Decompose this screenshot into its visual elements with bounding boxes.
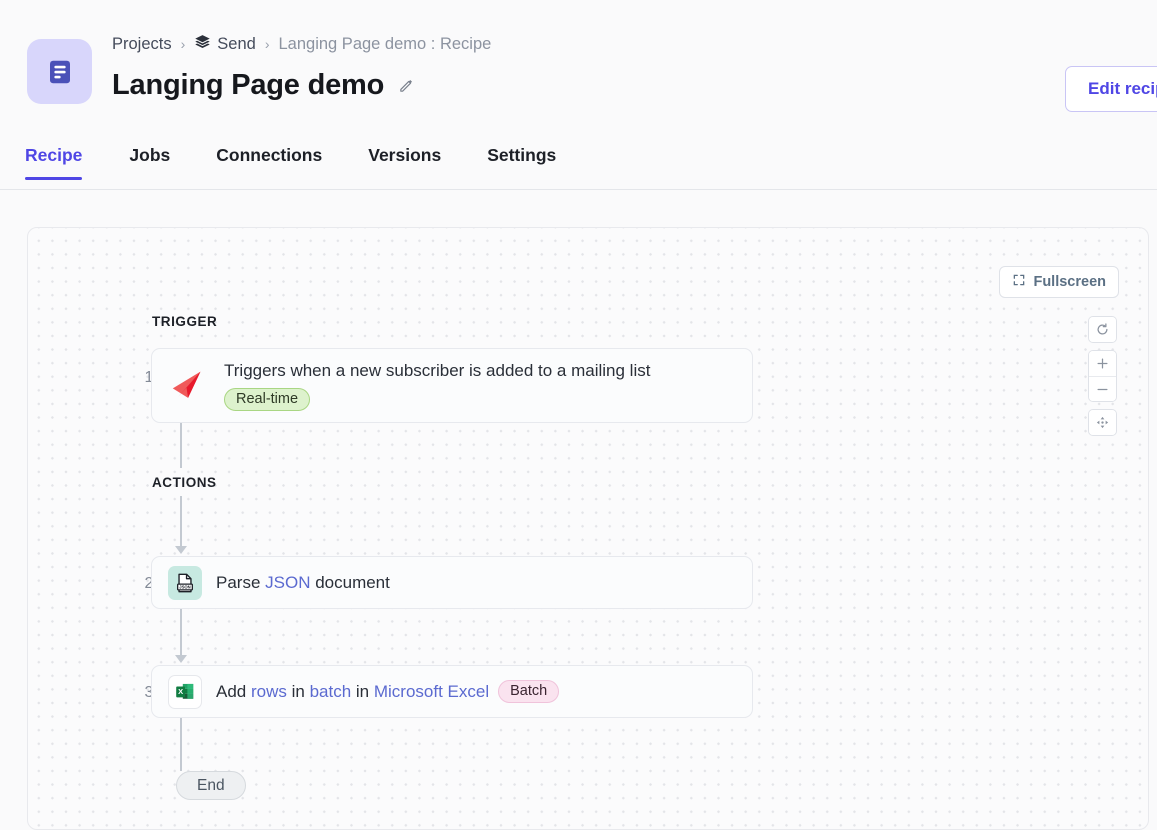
minus-icon[interactable] <box>1089 376 1116 401</box>
tab-connections[interactable]: Connections <box>193 145 345 179</box>
recipe-step-card-1[interactable]: Triggers when a new subscriber is added … <box>151 348 753 423</box>
recipe-document-icon <box>27 39 92 104</box>
svg-text:JSON: JSON <box>179 584 190 589</box>
tab-recipe[interactable]: Recipe <box>25 145 106 180</box>
recipe-flow-canvas[interactable]: Fullscreen TRIGGER ACTIONS 1 2 3 Trigger… <box>27 227 1149 830</box>
recipe-step-3-token-2: in <box>286 681 310 701</box>
connector-actions-to-step2 <box>180 496 182 548</box>
svg-text:X: X <box>178 686 183 695</box>
connector-trigger-to-actions <box>180 423 182 468</box>
recipe-step-3-token-rows[interactable]: rows <box>251 682 287 701</box>
connector-arrow-step3 <box>175 655 187 663</box>
recipe-step-3-token-0: Add <box>216 681 251 701</box>
json-document-icon: JSON <box>168 565 202 600</box>
recipe-step-line-3: Add rows in batch in Microsoft Excel Bat… <box>216 680 560 703</box>
pencil-icon[interactable] <box>398 77 415 94</box>
recipe-step-card-2[interactable]: JSON Parse JSON document <box>151 556 753 609</box>
edit-recipe-button[interactable]: Edit recipe <box>1065 66 1157 112</box>
connector-step2-to-step3 <box>180 609 182 657</box>
plus-icon[interactable] <box>1089 351 1116 376</box>
page-header: Projects › Send › Langing Page demo : Re… <box>0 0 1157 112</box>
recipe-step-text-2: Parse JSON document <box>216 572 390 593</box>
recipe-step-3-token-4: in <box>351 681 374 701</box>
recipe-step-text-1: Triggers when a new subscriber is added … <box>224 360 651 380</box>
page-title: Langing Page demo <box>112 69 385 101</box>
recipe-step-text-3: Add rows in batch in Microsoft Excel <box>216 681 489 702</box>
section-label-trigger: TRIGGER <box>152 314 218 329</box>
section-label-actions: ACTIONS <box>152 475 217 490</box>
fit-to-screen-group <box>1088 409 1117 436</box>
breadcrumb-item-send[interactable]: Send <box>194 33 256 55</box>
recipe-step-card-3[interactable]: X Add rows in batch in Microsoft Excel B… <box>151 665 753 718</box>
breadcrumb-separator-1: › <box>180 36 186 52</box>
reset-arrow-icon[interactable] <box>1089 317 1116 342</box>
recipe-step-3-token-batch[interactable]: batch <box>310 682 352 701</box>
reset-view-group <box>1088 316 1117 343</box>
recipe-step-2-token-2: document <box>310 572 390 592</box>
expand-corners-icon <box>1012 273 1026 291</box>
layers-icon <box>194 33 211 55</box>
tab-jobs[interactable]: Jobs <box>106 145 193 179</box>
fullscreen-label: Fullscreen <box>1033 274 1106 290</box>
tab-settings[interactable]: Settings <box>464 145 579 179</box>
recipe-page: Projects › Send › Langing Page demo : Re… <box>0 0 1157 830</box>
connector-step3-to-end <box>180 718 182 771</box>
recipe-step-body-3: Add rows in batch in Microsoft Excel Bat… <box>216 680 560 703</box>
recipe-step-badges-1: Real-time <box>224 388 650 412</box>
breadcrumb-item-current: Langing Page demo : Recipe <box>278 34 492 53</box>
breadcrumb-item-projects[interactable]: Projects <box>112 35 172 54</box>
breadcrumb: Projects › Send › Langing Page demo : Re… <box>112 33 491 55</box>
recipe-step-body-2: Parse JSON document <box>216 572 390 593</box>
fullscreen-button[interactable]: Fullscreen <box>999 266 1119 298</box>
breadcrumb-separator-2: › <box>264 36 270 52</box>
title-row: Langing Page demo <box>112 68 415 103</box>
canvas-zoom-controls <box>1088 316 1117 443</box>
flow-end-node[interactable]: End <box>176 771 246 800</box>
recipe-step-2-token-0: Parse <box>216 572 266 592</box>
status-badge-realtime: Real-time <box>224 388 311 412</box>
recipe-step-3-token-app[interactable]: Microsoft Excel <box>374 682 489 701</box>
tab-bar: Recipe Jobs Connections Versions Setting… <box>0 145 1157 190</box>
tab-versions[interactable]: Versions <box>345 145 464 179</box>
status-badge-batch: Batch <box>498 680 560 703</box>
connector-arrow-step2 <box>175 546 187 554</box>
paper-plane-icon <box>168 365 210 407</box>
recipe-step-body-1: Triggers when a new subscriber is added … <box>224 360 651 412</box>
microsoft-excel-icon: X <box>168 674 202 709</box>
breadcrumb-item-send-label: Send <box>217 34 256 53</box>
move-crosshair-icon[interactable] <box>1089 410 1116 435</box>
recipe-step-2-token-json[interactable]: JSON <box>265 573 310 592</box>
zoom-group <box>1088 350 1117 402</box>
